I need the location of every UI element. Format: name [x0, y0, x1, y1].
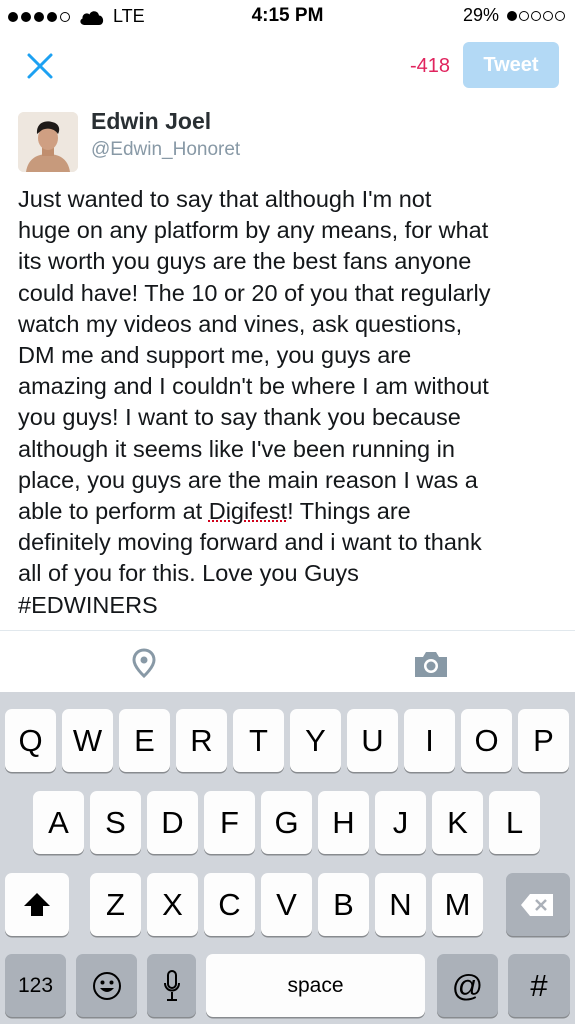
- user-display-name: Edwin Joel: [91, 108, 212, 134]
- tweet-text-part: Just wanted to say that although I'm not…: [18, 186, 491, 525]
- key-b[interactable]: B: [318, 873, 369, 936]
- key-z[interactable]: Z: [90, 873, 141, 936]
- key-t[interactable]: T: [233, 709, 284, 772]
- key-c[interactable]: C: [204, 873, 255, 936]
- key-v[interactable]: V: [261, 873, 312, 936]
- key-i[interactable]: I: [404, 709, 455, 772]
- status-bar: LTE 4:15 PM 29%: [0, 0, 575, 34]
- avatar: [18, 112, 78, 172]
- key-h[interactable]: H: [318, 791, 369, 854]
- battery-dot-icon: [507, 10, 517, 21]
- emoji-key[interactable]: [76, 954, 137, 1017]
- backspace-icon: [521, 894, 553, 916]
- battery-percent: 29%: [462, 5, 499, 25]
- shift-key[interactable]: [5, 873, 69, 936]
- key-u[interactable]: U: [347, 709, 398, 772]
- emoji-smiley-icon: [92, 972, 121, 1000]
- compose-action-bar: [0, 630, 575, 692]
- battery-dot-icon: [543, 10, 553, 21]
- key-n[interactable]: N: [375, 873, 426, 936]
- key-s[interactable]: S: [90, 791, 141, 854]
- dictation-key[interactable]: [147, 954, 196, 1017]
- onscreen-keyboard: Q W E R T Y U I O P A S D F G H J K L Z …: [0, 692, 575, 1024]
- battery-indicator: [505, 10, 565, 21]
- battery-dot-icon: [531, 10, 541, 21]
- key-m[interactable]: M: [432, 873, 483, 936]
- microphone-icon: [163, 970, 180, 1001]
- shift-arrow-icon: [24, 893, 50, 916]
- camera-icon[interactable]: [412, 649, 450, 679]
- key-x[interactable]: X: [147, 873, 198, 936]
- key-f[interactable]: F: [204, 791, 255, 854]
- hash-key[interactable]: #: [508, 954, 570, 1017]
- tweet-text-area[interactable]: Just wanted to say that although I'm not…: [18, 184, 563, 621]
- space-key[interactable]: space: [206, 954, 425, 1017]
- user-handle: @Edwin_Honoret: [91, 139, 241, 160]
- location-pin-icon[interactable]: [131, 648, 157, 678]
- misspelled-word[interactable]: Digifest: [209, 498, 287, 524]
- key-r[interactable]: R: [176, 709, 227, 772]
- battery-dot-icon: [519, 10, 529, 21]
- key-p[interactable]: P: [518, 709, 569, 772]
- key-j[interactable]: J: [375, 791, 426, 854]
- profile-photo-icon: [18, 112, 78, 172]
- key-o[interactable]: O: [461, 709, 512, 772]
- numbers-key[interactable]: 123: [5, 954, 66, 1017]
- close-icon[interactable]: [24, 50, 56, 82]
- key-k[interactable]: K: [432, 791, 483, 854]
- delete-key[interactable]: [506, 873, 570, 936]
- key-l[interactable]: L: [489, 791, 540, 854]
- battery-area: 29%: [463, 5, 565, 26]
- key-a[interactable]: A: [33, 791, 84, 854]
- key-q[interactable]: Q: [5, 709, 56, 772]
- key-y[interactable]: Y: [290, 709, 341, 772]
- at-key[interactable]: @: [437, 954, 498, 1017]
- key-g[interactable]: G: [261, 791, 312, 854]
- battery-dot-icon: [555, 10, 565, 21]
- character-counter: -418: [409, 55, 450, 77]
- key-e[interactable]: E: [119, 709, 170, 772]
- key-d[interactable]: D: [147, 791, 198, 854]
- tweet-button[interactable]: Tweet: [463, 42, 559, 88]
- key-w[interactable]: W: [62, 709, 113, 772]
